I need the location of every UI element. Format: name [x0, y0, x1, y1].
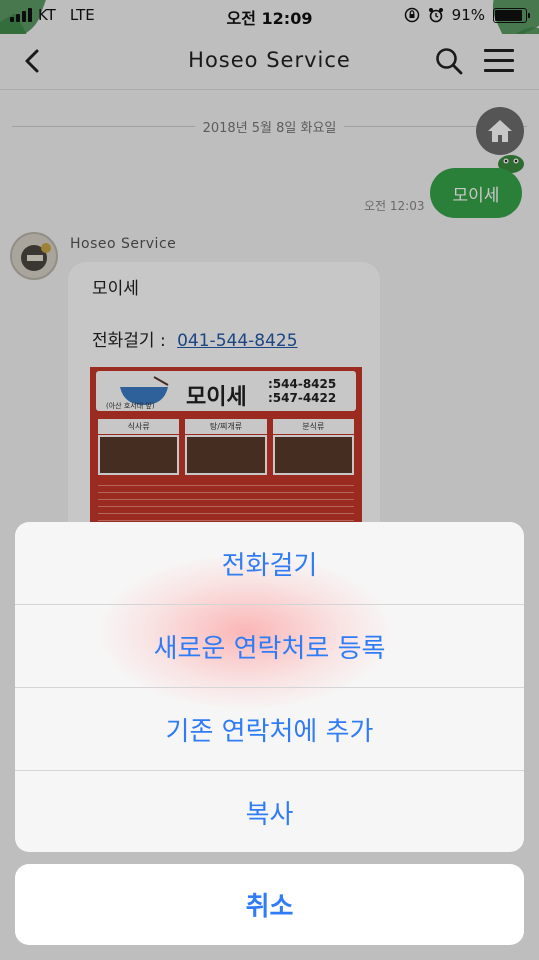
copy-button[interactable]: 복사	[15, 771, 524, 852]
create-contact-button[interactable]: 새로운 연락처로 등록	[15, 605, 524, 687]
call-button[interactable]: 전화걸기	[15, 522, 524, 604]
add-to-contact-button[interactable]: 기존 연락처에 추가	[15, 688, 524, 770]
cancel-button[interactable]: 취소	[15, 864, 524, 945]
action-sheet: 전화걸기 새로운 연락처로 등록 기존 연락처에 추가 복사	[15, 522, 524, 852]
